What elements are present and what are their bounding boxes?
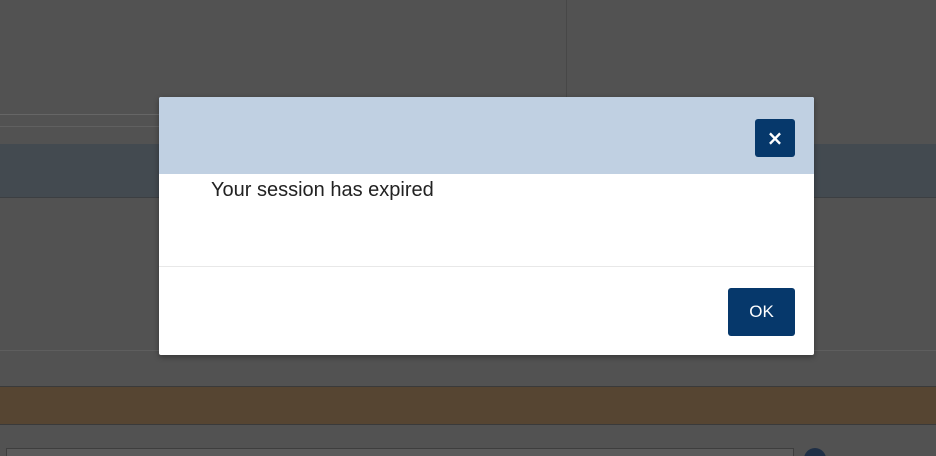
background-tab-edge-lower	[0, 126, 170, 127]
session-expired-dialog: × Your session has expired OK	[159, 97, 814, 355]
close-icon: ×	[766, 126, 784, 150]
session-expired-screen: × Your session has expired OK	[0, 0, 936, 456]
dialog-body: Your session has expired	[159, 174, 814, 267]
dialog-message: Your session has expired	[211, 179, 434, 201]
dialog-header: ×	[159, 97, 814, 174]
background-tab-edge	[0, 114, 170, 115]
close-button[interactable]: ×	[755, 119, 795, 157]
background-input-field	[6, 448, 794, 456]
background-notice-bar	[0, 386, 936, 425]
dialog-footer: OK	[159, 267, 814, 355]
info-icon	[804, 448, 826, 456]
ok-button[interactable]: OK	[728, 288, 795, 336]
